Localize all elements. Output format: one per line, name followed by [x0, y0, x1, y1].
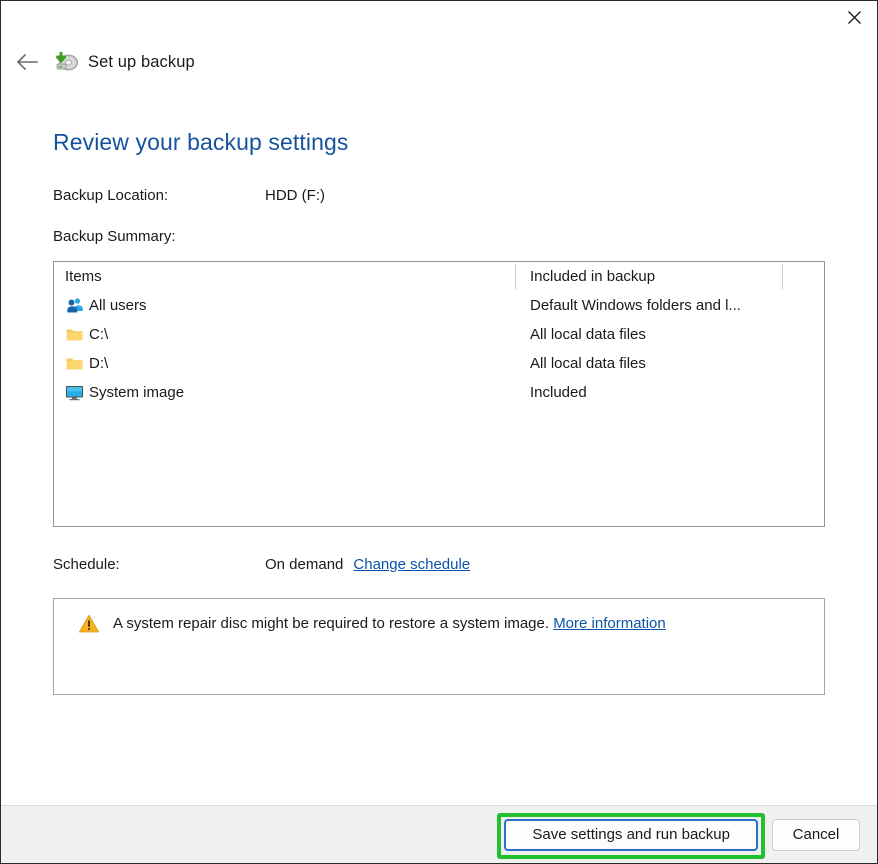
row-item-cell: System image: [54, 383, 515, 402]
table-row[interactable]: All users Default Windows folders and l.…: [54, 291, 824, 320]
save-settings-and-run-backup-button[interactable]: Save settings and run backup: [504, 819, 758, 851]
change-schedule-link[interactable]: Change schedule: [353, 556, 470, 573]
warning-text: A system repair disc might be required t…: [113, 615, 549, 632]
row-item-label: C:\: [89, 326, 108, 343]
more-information-link[interactable]: More information: [553, 615, 666, 632]
cancel-button[interactable]: Cancel: [772, 819, 860, 851]
backup-location-label: Backup Location:: [53, 187, 265, 204]
row-item-cell: C:\: [54, 325, 515, 344]
folder-icon: [65, 325, 84, 344]
system-image-icon: [65, 383, 84, 402]
title-bar: [1, 1, 877, 39]
back-button[interactable]: [9, 44, 45, 80]
page-title: Review your backup settings: [53, 129, 825, 156]
table-row[interactable]: System image Included: [54, 378, 824, 407]
row-item-label: D:\: [89, 355, 108, 372]
table-header-row: Items Included in backup: [54, 262, 824, 291]
users-icon: [65, 296, 84, 315]
row-item-label: All users: [89, 297, 147, 314]
warning-triangle-icon: [78, 613, 100, 635]
system-repair-warning: A system repair disc might be required t…: [53, 598, 825, 695]
column-separator[interactable]: [515, 264, 516, 289]
row-included-cell: Default Windows folders and l...: [515, 297, 782, 314]
backup-summary-table[interactable]: Items Included in backup All users Defau…: [53, 261, 825, 527]
close-button[interactable]: [831, 1, 877, 33]
backup-summary-label: Backup Summary:: [53, 228, 825, 245]
row-item-label: System image: [89, 384, 184, 401]
backup-disc-icon: [53, 49, 79, 75]
column-header-included[interactable]: Included in backup: [515, 268, 782, 285]
page-content: Review your backup settings Backup Locat…: [1, 85, 877, 805]
schedule-value: On demand: [265, 556, 343, 573]
window-title: Set up backup: [88, 53, 195, 72]
backup-location-value: HDD (F:): [265, 187, 325, 204]
row-included-cell: All local data files: [515, 355, 782, 372]
schedule-row: Schedule: On demand Change schedule: [53, 556, 825, 573]
column-header-items[interactable]: Items: [54, 268, 515, 285]
folder-icon: [65, 354, 84, 373]
setup-backup-window: Set up backup Review your backup setting…: [0, 0, 878, 864]
row-item-cell: D:\: [54, 354, 515, 373]
backup-location-row: Backup Location: HDD (F:): [53, 187, 825, 204]
schedule-label: Schedule:: [53, 556, 265, 573]
dialog-footer: Save settings and run backup Cancel: [1, 805, 877, 863]
row-item-cell: All users: [54, 296, 515, 315]
row-included-cell: Included: [515, 384, 782, 401]
table-row[interactable]: C:\ All local data files: [54, 320, 824, 349]
close-icon: [847, 10, 862, 25]
column-separator[interactable]: [782, 264, 783, 289]
warning-text-wrap: A system repair disc might be required t…: [113, 613, 666, 635]
table-row[interactable]: D:\ All local data files: [54, 349, 824, 378]
page-header: Set up backup: [1, 39, 877, 85]
row-included-cell: All local data files: [515, 326, 782, 343]
back-arrow-icon: [15, 53, 39, 71]
